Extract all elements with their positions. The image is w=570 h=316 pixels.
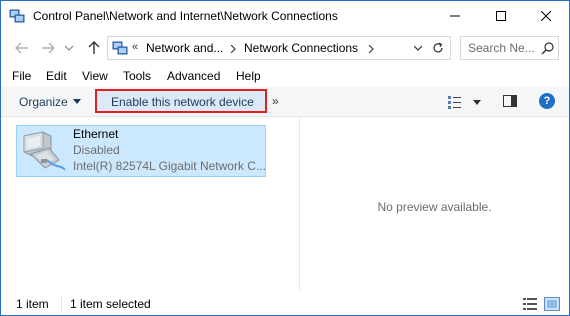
file-list: Ethernet Disabled Intel(R) 82574L Gigabi… [1, 117, 299, 291]
network-connections-icon [112, 41, 128, 55]
menu-tools[interactable]: Tools [123, 69, 151, 83]
navigation-bar: « Network and... Network Connections Sea… [1, 31, 569, 65]
network-adapter-icon [23, 131, 66, 171]
item-count: 1 item [16, 297, 49, 311]
help-button[interactable]: ? [539, 93, 555, 109]
status-divider [61, 297, 62, 311]
minimize-icon [450, 15, 460, 17]
back-arrow-icon [15, 42, 28, 54]
address-overflow-chevron[interactable]: « [132, 41, 138, 53]
recent-locations-button[interactable] [63, 39, 75, 57]
window-title: Control Panel\Network and Internet\Netwo… [33, 9, 338, 23]
caret-down-icon [72, 99, 81, 104]
search-box[interactable]: Search Ne... [460, 36, 559, 60]
address-bar[interactable]: « Network and... Network Connections [107, 36, 451, 60]
menu-file[interactable]: File [12, 69, 31, 83]
title-bar[interactable]: Control Panel\Network and Internet\Netwo… [1, 1, 569, 31]
enable-network-device-label: Enable this network device [111, 95, 254, 109]
refresh-icon [433, 42, 443, 53]
back-button[interactable] [13, 39, 31, 57]
chevron-down-icon [414, 45, 422, 51]
close-icon [541, 11, 551, 21]
details-view-icon[interactable] [522, 297, 538, 311]
maximize-icon [496, 11, 506, 21]
search-icon[interactable] [541, 41, 555, 55]
preview-pane-icon[interactable] [503, 95, 517, 107]
selection-count: 1 item selected [70, 297, 151, 311]
up-button[interactable] [85, 39, 103, 57]
menu-help[interactable]: Help [236, 69, 261, 83]
list-item[interactable]: Ethernet Disabled Intel(R) 82574L Gigabi… [16, 125, 266, 177]
minimize-button[interactable] [432, 1, 478, 31]
menu-view[interactable]: View [82, 69, 108, 83]
change-view-icon[interactable] [447, 94, 463, 110]
menu-bar: File Edit View Tools Advanced Help [1, 65, 569, 87]
organize-button[interactable]: Organize [19, 95, 81, 109]
menu-edit[interactable]: Edit [46, 69, 67, 83]
network-connections-icon [9, 9, 25, 23]
breadcrumb-separator-icon[interactable] [368, 45, 374, 53]
search-placeholder: Search Ne... [468, 41, 535, 55]
close-button[interactable] [523, 1, 569, 31]
command-bar: Organize Enable this network device » ? [1, 87, 569, 117]
breadcrumb-network-and-internet[interactable]: Network and... [146, 41, 223, 55]
forward-button[interactable] [39, 39, 57, 57]
item-status: Disabled [73, 143, 120, 157]
maximize-button[interactable] [478, 1, 524, 31]
preview-message: No preview available. [377, 200, 492, 214]
breadcrumb-network-connections[interactable]: Network Connections [244, 41, 358, 55]
organize-label: Organize [19, 95, 68, 109]
item-name: Ethernet [73, 127, 119, 141]
item-device-name: Intel(R) 82574L Gigabit Network C... [73, 159, 266, 173]
address-history-button[interactable] [408, 37, 428, 59]
refresh-button[interactable] [428, 37, 448, 59]
explorer-window: Control Panel\Network and Internet\Netwo… [0, 0, 570, 316]
large-icons-view-icon[interactable] [544, 297, 560, 311]
more-commands-button[interactable]: » [272, 94, 279, 108]
status-bar: 1 item 1 item selected [1, 291, 569, 315]
up-arrow-icon [88, 41, 100, 54]
preview-pane: No preview available. [300, 117, 569, 291]
enable-network-device-button[interactable]: Enable this network device [95, 89, 267, 113]
breadcrumb-separator-icon[interactable] [230, 45, 236, 53]
menu-advanced[interactable]: Advanced [167, 69, 220, 83]
chevron-down-icon [65, 45, 73, 51]
view-options-chevron-icon[interactable] [473, 100, 481, 105]
forward-arrow-icon [42, 42, 55, 54]
